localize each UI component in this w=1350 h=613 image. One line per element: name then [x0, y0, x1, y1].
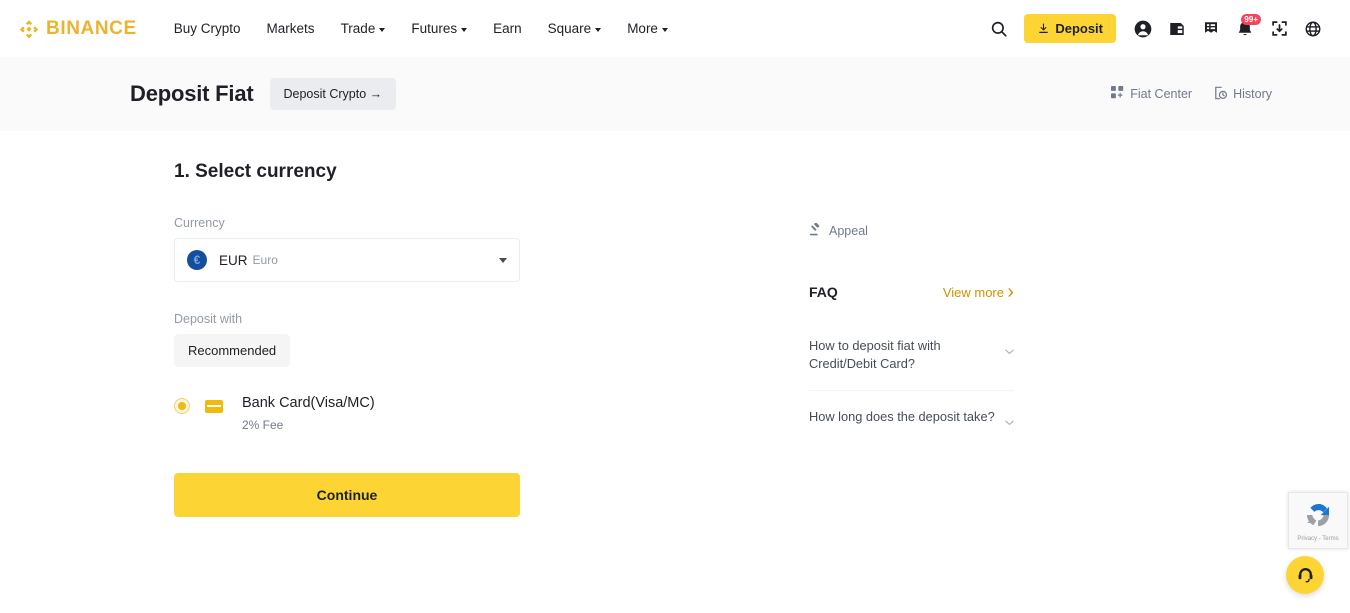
site-header: BINANCE Buy Crypto Markets Trade Futures… — [0, 0, 1350, 57]
payment-method-row[interactable]: Bank Card(Visa/MC) 2% Fee — [174, 395, 665, 432]
page-root: BINANCE Buy Crypto Markets Trade Futures… — [0, 0, 1350, 613]
appeal-link[interactable]: Appeal — [809, 223, 1025, 239]
recaptcha-privacy-terms[interactable]: Privacy - Terms — [1297, 536, 1338, 542]
faq-list: How to deposit fiat with Credit/Debit Ca… — [809, 337, 1014, 448]
binance-logo-icon — [18, 18, 40, 40]
tab-recommended[interactable]: Recommended — [174, 334, 290, 367]
nav-label: More — [627, 21, 658, 36]
fiat-center-label: Fiat Center — [1130, 87, 1192, 101]
nav-label: Futures — [411, 21, 457, 36]
deposit-with-label: Deposit with — [174, 312, 665, 326]
notification-count-badge: 99+ — [1241, 14, 1261, 25]
chevron-down-icon — [461, 28, 467, 32]
deposit-button[interactable]: Deposit — [1024, 14, 1116, 43]
eur-coin-icon: € — [187, 250, 207, 270]
step-title: 1. Select currency — [174, 161, 665, 183]
nav-item-markets[interactable]: Markets — [254, 15, 328, 42]
faq-question: How long does the deposit take? — [809, 408, 997, 426]
payment-method-name: Bank Card(Visa/MC) — [242, 395, 375, 411]
page-header-bar: Deposit Fiat Deposit Crypto → Fiat Cente… — [0, 57, 1350, 131]
title-links: Fiat Center History — [1111, 86, 1272, 103]
binance-logo-text: BINANCE — [46, 18, 137, 40]
chevron-down-icon — [499, 258, 507, 263]
currency-name: Euro — [253, 253, 278, 267]
chevron-down-icon — [1005, 342, 1014, 360]
chevron-down-icon — [1005, 413, 1014, 431]
gavel-icon — [809, 223, 822, 239]
chevron-down-icon — [662, 28, 668, 32]
currency-code: EUR — [219, 253, 248, 268]
nav-item-earn[interactable]: Earn — [480, 15, 535, 42]
chevron-down-icon — [379, 28, 385, 32]
nav-label: Earn — [493, 21, 522, 36]
payment-method-radio[interactable] — [174, 398, 190, 414]
faq-question: How to deposit fiat with Credit/Debit Ca… — [809, 337, 997, 373]
recaptcha-icon — [1303, 500, 1333, 535]
nav-item-trade[interactable]: Trade — [328, 15, 399, 42]
continue-button[interactable]: Continue — [174, 473, 520, 517]
chevron-right-icon — [1008, 288, 1014, 297]
faq-item[interactable]: How to deposit fiat with Credit/Debit Ca… — [809, 337, 1014, 391]
main-nav: Buy Crypto Markets Trade Futures Earn Sq… — [161, 15, 681, 42]
currency-label: Currency — [174, 216, 665, 230]
search-icon[interactable] — [984, 14, 1014, 44]
info-sidebar: Appeal FAQ View more How to deposit fiat… — [665, 161, 1025, 517]
radio-dot — [178, 402, 186, 410]
nav-label: Trade — [341, 21, 376, 36]
download-icon[interactable] — [1264, 14, 1294, 44]
payment-method-fee: 2% Fee — [242, 418, 375, 432]
page-title: Deposit Fiat — [130, 81, 254, 107]
nav-item-square[interactable]: Square — [535, 15, 615, 42]
bank-card-icon — [205, 400, 223, 413]
nav-label: Square — [548, 21, 592, 36]
appeal-label: Appeal — [829, 224, 868, 238]
nav-item-more[interactable]: More — [614, 15, 681, 42]
content-wrapper: 1. Select currency Currency € EUR Euro D… — [160, 161, 1190, 517]
nav-item-futures[interactable]: Futures — [398, 15, 480, 42]
faq-header: FAQ View more — [809, 284, 1014, 300]
fiat-center-link[interactable]: Fiat Center — [1111, 86, 1192, 102]
download-arrow-icon — [1037, 22, 1050, 35]
deposit-button-label: Deposit — [1055, 21, 1103, 36]
chevron-down-icon — [595, 28, 601, 32]
nav-label: Buy Crypto — [174, 21, 241, 36]
deposit-crypto-button[interactable]: Deposit Crypto → — [270, 78, 397, 110]
headset-icon — [1296, 566, 1315, 585]
history-label: History — [1233, 87, 1272, 101]
wallet-icon[interactable] — [1162, 14, 1192, 44]
faq-item[interactable]: How long does the deposit take? — [809, 391, 1014, 448]
orders-icon[interactable] — [1196, 14, 1226, 44]
support-chat-button[interactable] — [1286, 556, 1324, 594]
language-globe-icon[interactable] — [1298, 14, 1328, 44]
payment-method-text: Bank Card(Visa/MC) 2% Fee — [242, 395, 375, 432]
faq-title: FAQ — [809, 284, 838, 300]
faq-view-more-link[interactable]: View more — [943, 285, 1014, 300]
notification-bell-icon[interactable]: 99+ — [1230, 14, 1260, 44]
main-content: 1. Select currency Currency € EUR Euro D… — [0, 131, 1350, 517]
grid-squares-icon — [1111, 86, 1124, 102]
currency-select[interactable]: € EUR Euro — [174, 238, 520, 282]
history-clock-icon — [1214, 86, 1227, 103]
deposit-form: 1. Select currency Currency € EUR Euro D… — [160, 161, 665, 517]
user-icon[interactable] — [1128, 14, 1158, 44]
binance-logo[interactable]: BINANCE — [18, 18, 137, 40]
recaptcha-badge[interactable]: Privacy - Terms — [1288, 492, 1348, 549]
history-link[interactable]: History — [1214, 86, 1272, 103]
nav-item-buy-crypto[interactable]: Buy Crypto — [161, 15, 254, 42]
nav-label: Markets — [267, 21, 315, 36]
title-group: Deposit Fiat Deposit Crypto → — [130, 78, 396, 110]
header-actions: Deposit — [984, 14, 1334, 44]
view-more-label: View more — [943, 285, 1004, 300]
